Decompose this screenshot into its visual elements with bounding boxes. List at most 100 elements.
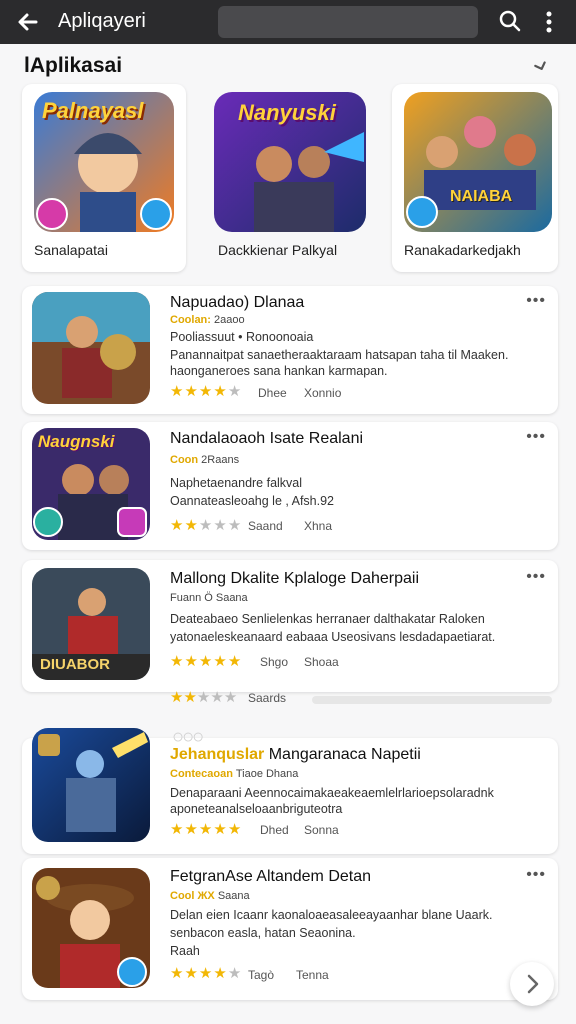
art-logo-text: Palnayasl (42, 98, 144, 123)
rating-stars: ★★★★★ (170, 516, 242, 534)
app-title: FetgranAse Altandem Detan (170, 868, 372, 885)
app-description: Deateabaeo Senlielenkas herranaer daltha… (170, 612, 485, 626)
app-subtitle: Naphetaenandre falkval (170, 476, 303, 490)
game-art: DIUABOR (32, 568, 150, 680)
app-meta: Contecaoan Tiaoe Dhana (170, 768, 298, 780)
search-icon[interactable] (498, 9, 522, 33)
app-description: Panannaitpat sanaetheraaktaraam hatsapan… (170, 348, 509, 362)
stat-label: Saand (248, 519, 283, 533)
app-description: Oannateasleoahg le , Afsh.92 (170, 494, 335, 508)
meta-text: Saana (217, 890, 250, 902)
more-horiz-icon[interactable]: ••• (526, 292, 546, 310)
star-filled-icon: ★ (184, 965, 199, 982)
star-filled-icon: ★ (170, 689, 184, 706)
stat-label: Shoaa (304, 655, 339, 669)
app-description: aponeteanalseloaanbriguteotra (170, 802, 343, 816)
app-list-item[interactable]: Naugnski Nandalaoaoh Isate Realani Coon … (22, 422, 558, 550)
star-empty-icon: ★ (223, 689, 238, 706)
star-filled-icon: ★ (184, 517, 199, 534)
app-list-item[interactable]: FetgranAse Altandem Detan Cool ЖХ Saana … (22, 858, 558, 1000)
star-filled-icon: ★ (184, 653, 199, 670)
app-description: Denaparaani Aeennocaimakaeakeaemlelrlari… (170, 786, 494, 800)
stat-label: Xhna (304, 519, 333, 533)
star-filled-icon: ★ (198, 821, 214, 838)
star-empty-icon: ★ (210, 689, 224, 706)
rating-stars: ★★★★★ (170, 820, 242, 838)
art-logo-text: Nanyuski (238, 100, 336, 125)
star-filled-icon: ★ (170, 965, 185, 982)
app-meta: Coolan: 2ааоо (170, 314, 245, 326)
star-filled-icon: ★ (184, 821, 199, 838)
chevron-right-icon (527, 974, 539, 994)
more-horiz-icon[interactable]: ••• (526, 866, 546, 884)
app-description: Delan eien Icaanr kaonaloaeasaleeayaanha… (170, 908, 493, 922)
meta-highlight: Contecaoan (170, 768, 233, 780)
star-empty-icon: ★ (227, 965, 243, 982)
game-art: Palnayasl (34, 92, 174, 232)
top-app-bar: Apliqayeri (0, 0, 576, 44)
rating-stars: ★★★★★ (170, 652, 242, 670)
star-filled-icon: ★ (213, 965, 228, 982)
scroll-track[interactable] (312, 696, 552, 704)
app-list-item[interactable]: Napuadao) Dlanaa Coolan: 2ааоо Pooliassu… (22, 286, 558, 414)
app-title: Apliqayeri (58, 10, 146, 32)
search-field[interactable] (218, 6, 478, 38)
featured-card[interactable]: Nanyuski Dackkienar Palkyal (198, 84, 384, 272)
meta-highlight: Coon (170, 454, 199, 466)
more-horiz-icon[interactable]: ••• (526, 428, 546, 446)
partial-list-row: ★★★★★ Saards (22, 680, 558, 720)
app-description: yatonaeleskeanaard eabaaa Useosivans les… (170, 630, 496, 644)
more-vert-icon[interactable] (540, 8, 558, 36)
app-list-item[interactable]: Jehanquslar Mangaranaca Napetii Contecao… (22, 728, 558, 854)
star-empty-icon: ★ (227, 517, 243, 534)
star-filled-icon: ★ (170, 383, 185, 400)
featured-card[interactable]: Palnayasl Sanalapatai (22, 84, 186, 272)
art-logo-text: Naugnski (38, 432, 115, 451)
next-button[interactable] (510, 962, 554, 1006)
star-filled-icon: ★ (198, 383, 214, 400)
app-meta: Coon 2Raans (170, 454, 239, 466)
stat-label: Xonnio (304, 386, 342, 400)
star-filled-icon: ★ (227, 653, 243, 670)
star-empty-icon: ★ (198, 517, 214, 534)
section-title: lAplikasai (24, 54, 123, 77)
star-filled-icon: ★ (198, 653, 214, 670)
featured-card[interactable]: NAIABA Ranakadarkedjakh (392, 84, 558, 272)
more-horiz-icon[interactable]: ••• (526, 568, 546, 586)
star-filled-icon: ★ (227, 821, 243, 838)
app-meta: Cool ЖХ Saana (170, 890, 250, 902)
title-text: Mangaranaca Napetii (268, 746, 421, 763)
meta-highlight: Coolan: (170, 314, 211, 326)
app-list-item[interactable]: DIUABOR Mallong Dkalite Kplaloge Daherpa… (22, 560, 558, 692)
featured-name: Dackkienar Palkyal (218, 242, 338, 258)
app-description: haonganeroes sana hankan karmapan. (170, 364, 388, 378)
star-filled-icon: ★ (213, 653, 228, 670)
game-art (32, 292, 150, 404)
app-description: Raah (170, 944, 200, 958)
chevron-right-icon[interactable] (530, 56, 552, 78)
app-subtitle: Pooliassuut • Ronoonoaia (170, 330, 314, 344)
game-art: NAIABA (404, 92, 552, 232)
meta-text: 2Raans (201, 454, 240, 466)
star-filled-icon: ★ (170, 517, 185, 534)
star-filled-icon: ★ (183, 689, 197, 706)
art-logo-text: NAIABA (450, 188, 513, 205)
stat-label: Sonna (304, 823, 339, 837)
stat-label: Shgo (260, 655, 289, 669)
stat-label: Dhed (260, 823, 289, 837)
app-meta: Fuann Ö Saana (170, 592, 248, 604)
stat-label: Tagò (248, 968, 275, 982)
app-description: senbacon easla, hatan Seaonina. (170, 926, 356, 940)
meta-highlight: Cool ЖХ (170, 890, 215, 902)
meta-text: Tiaoe Dhana (235, 768, 299, 780)
stat-label: Dhee (258, 386, 287, 400)
back-arrow-icon[interactable] (14, 8, 42, 36)
rating-stars: ★★★★★ (170, 964, 242, 982)
featured-name: Ranakadarkedjakh (404, 242, 521, 258)
star-empty-icon: ★ (213, 517, 228, 534)
game-art: Nanyuski (214, 92, 366, 232)
app-title: Mallong Dkalite Kplaloge Daherpaii (170, 570, 420, 587)
star-filled-icon: ★ (213, 821, 228, 838)
stat-label: Tenna (296, 968, 329, 982)
star-filled-icon: ★ (213, 383, 228, 400)
